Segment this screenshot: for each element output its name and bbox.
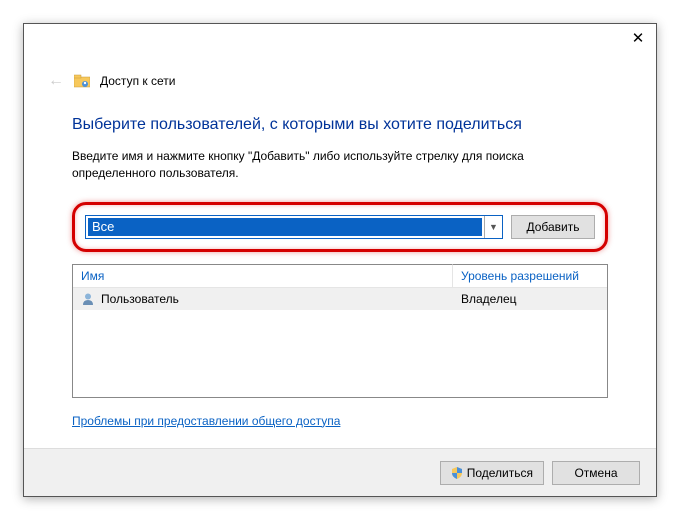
user-input-row: ▼ Добавить [72,202,608,252]
share-folder-icon [74,74,90,88]
col-perm-header[interactable]: Уровень разрешений [453,264,607,287]
share-button-label: Поделиться [467,466,533,480]
dialog-footer: Поделиться Отмена [24,448,656,496]
share-button[interactable]: Поделиться [440,461,544,485]
cell-perm: Владелец [453,292,607,306]
col-name-header[interactable]: Имя [73,264,453,287]
close-icon[interactable]: ✕ [628,30,648,50]
shield-icon [451,467,463,479]
table-row[interactable]: Пользователь Владелец [73,288,607,310]
table-header: Имя Уровень разрешений [73,264,607,288]
page-title: Выберите пользователей, с которыми вы хо… [72,116,608,134]
cell-name: Пользователь [73,292,453,306]
back-arrow-icon: ← [48,72,64,90]
user-icon [81,292,95,306]
chevron-down-icon[interactable]: ▼ [484,216,502,238]
user-combobox[interactable]: ▼ [85,215,503,239]
dialog-window: ✕ ← Доступ к сети Выберите пользователей… [23,23,657,497]
cancel-button[interactable]: Отмена [552,461,640,485]
header-row: ← Доступ к сети [48,72,175,90]
breadcrumb-title: Доступ к сети [100,74,175,88]
content-area: Выберите пользователей, с которыми вы хо… [72,116,608,428]
add-button[interactable]: Добавить [511,215,595,239]
titlebar: ✕ [24,24,656,54]
user-input[interactable] [88,218,482,236]
cell-name-text: Пользователь [101,292,179,306]
instruction-text: Введите имя и нажмите кнопку "Добавить" … [72,148,608,182]
help-link[interactable]: Проблемы при предоставлении общего досту… [72,414,340,428]
permissions-table: Имя Уровень разрешений Пользователь Влад… [72,264,608,398]
